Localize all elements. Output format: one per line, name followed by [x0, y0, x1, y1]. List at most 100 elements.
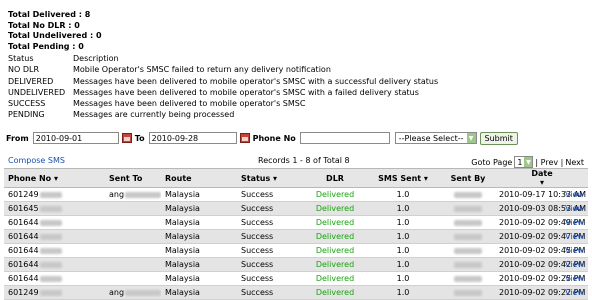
phone-input[interactable] — [299, 132, 390, 144]
cell-phone-no: 601645 — [4, 201, 99, 216]
redacted-sender — [454, 233, 482, 240]
sms-log-table: Phone No ▾ Sent To Route Status ▾ DLR SM… — [4, 168, 588, 300]
redacted-sender — [454, 191, 482, 198]
prev-link[interactable]: | Prev | — [535, 158, 563, 167]
legend-header: Status Description — [8, 53, 438, 64]
redacted-number — [39, 247, 62, 254]
calendar-icon[interactable] — [239, 133, 250, 143]
cell-route: Malaysia — [161, 229, 231, 244]
table-row: 601249 ang Malaysia Success Delivered 1.0 2010… — [4, 187, 588, 202]
cell-sent-by — [437, 215, 499, 230]
legend-status: UNDELIVERED — [8, 87, 66, 97]
cell-status: Success — [231, 229, 301, 244]
calendar-icon[interactable] — [121, 133, 132, 143]
redacted-sender — [454, 289, 482, 296]
cell-sms-sent: 1.0 — [369, 257, 437, 272]
cell-date: 2010-09-03 08:53 AM — [499, 201, 586, 216]
page-select[interactable]: 1 ▼ — [514, 156, 534, 168]
pagination: Goto Page 1 ▼ | Prev | Next — [471, 156, 584, 168]
cell-route: Malaysia — [161, 271, 231, 286]
legend-description: Messages have been delivered to mobile o… — [73, 87, 419, 97]
cell-sent-by — [437, 243, 499, 258]
table-toolbar: Compose SMS Records 1 - 8 of Total 8 Got… — [6, 156, 586, 168]
cell-sent-to — [99, 215, 161, 230]
cell-sent-to: ang — [99, 187, 161, 202]
redacted-sender — [454, 247, 482, 254]
col-route: Route — [161, 168, 231, 188]
legend-row: NO DLR Mobile Operator's SMSC failed to … — [8, 64, 438, 75]
total-pending: Total Pending : 0 — [8, 41, 84, 51]
cell-dlr: Delivered — [301, 215, 369, 230]
col-date[interactable]: Date ▾ — [499, 168, 559, 188]
legend-description-heading: Description — [73, 54, 119, 63]
legend-row: DELIVERED Messages have been delivered t… — [8, 76, 438, 87]
cell-sms-sent: 1.0 — [369, 187, 437, 202]
redacted-number — [39, 219, 62, 226]
table-row: 601644 Malaysia Success Delivered 1.0 2010-09… — [4, 243, 588, 258]
status-legend: Status Description NO DLR Mobile Operato… — [8, 53, 438, 121]
phone-prefix: 601644 — [8, 274, 39, 283]
cell-date: 2010-09-02 09:45 PM — [499, 243, 585, 258]
phone-prefix: 601645 — [8, 204, 39, 213]
cell-route: Malaysia — [161, 187, 231, 202]
cell-route: Malaysia — [161, 243, 231, 258]
chevron-down-icon: ▼ — [466, 133, 476, 143]
to-date-input[interactable] — [148, 132, 237, 144]
route-select[interactable]: --Please Select-- ▼ — [394, 132, 477, 144]
cell-sent-by — [437, 187, 499, 202]
submit-button[interactable]: Submit — [479, 131, 518, 145]
from-date-input[interactable] — [32, 132, 119, 144]
table-row: 601644 Malaysia Success Delivered 1.0 2010-09… — [4, 229, 588, 244]
legend-status: PENDING — [8, 110, 45, 120]
col-sent-by: Sent By — [437, 168, 499, 188]
filter-bar: From To Phone No --Please Select-- ▼ Sub… — [6, 131, 518, 145]
cell-phone-no: 601249 — [4, 187, 99, 202]
next-link[interactable]: Next — [565, 158, 584, 167]
cell-dlr: Delivered — [301, 201, 369, 216]
cell-status: Success — [231, 215, 301, 230]
redacted-number — [39, 261, 62, 268]
sent-to-name: ang — [109, 190, 125, 199]
goto-page-label: Goto Page — [471, 157, 513, 167]
compose-sms-link[interactable]: Compose SMS — [8, 156, 65, 165]
cell-status: Success — [231, 243, 301, 258]
cell-route: Malaysia — [161, 257, 231, 272]
legend-status: SUCCESS — [8, 99, 46, 109]
total-delivered: Total Delivered : 8 — [8, 10, 91, 19]
cell-sms-sent: 1.0 — [369, 271, 437, 286]
redacted-number — [39, 191, 62, 198]
redacted-sender — [454, 275, 482, 282]
col-status[interactable]: Status ▾ — [231, 168, 301, 188]
cell-phone-no: 601644 — [4, 215, 99, 230]
redacted-number — [39, 289, 62, 296]
cell-phone-no: 601644 — [4, 271, 99, 286]
page-select-value: 1 — [517, 157, 523, 167]
col-sms-sent[interactable]: SMS Sent ▾ — [369, 168, 437, 188]
legend-status-heading: Status — [8, 54, 34, 63]
legend-row: UNDELIVERED Messages have been delivered… — [8, 87, 438, 98]
to-label: To — [134, 133, 145, 143]
cell-date: 2010-09-02 09:25 PM — [499, 271, 585, 286]
cell-sent-by — [437, 229, 499, 244]
from-label: From — [6, 133, 29, 143]
cell-status: Success — [231, 271, 301, 286]
table-row: 601644 Malaysia Success Delivered 1.0 2010-09… — [4, 215, 588, 230]
cell-phone-no: 601644 — [4, 229, 99, 244]
phone-prefix: 601249 — [8, 288, 39, 297]
legend-row: SUCCESS Messages have been delivered to … — [8, 98, 438, 109]
cell-sent-to — [99, 271, 161, 286]
legend-status: NO DLR — [8, 65, 39, 75]
phone-label: Phone No — [252, 133, 296, 143]
col-phone-no[interactable]: Phone No ▾ — [4, 168, 99, 188]
cell-date: 2010-09-02 09:42 PM — [499, 257, 585, 272]
cell-phone-no: 601644 — [4, 243, 99, 258]
cell-sent-by — [437, 257, 499, 272]
cell-sent-to — [99, 201, 161, 216]
cell-sent-to — [99, 257, 161, 272]
cell-dlr: Delivered — [301, 257, 369, 272]
totals-summary: Total Delivered : 8 Total No DLR : 0 Tot… — [8, 10, 102, 52]
cell-sent-to — [99, 243, 161, 258]
col-view — [559, 168, 588, 188]
phone-prefix: 601644 — [8, 218, 39, 227]
total-no-dlr: Total No DLR : 0 — [8, 20, 80, 30]
